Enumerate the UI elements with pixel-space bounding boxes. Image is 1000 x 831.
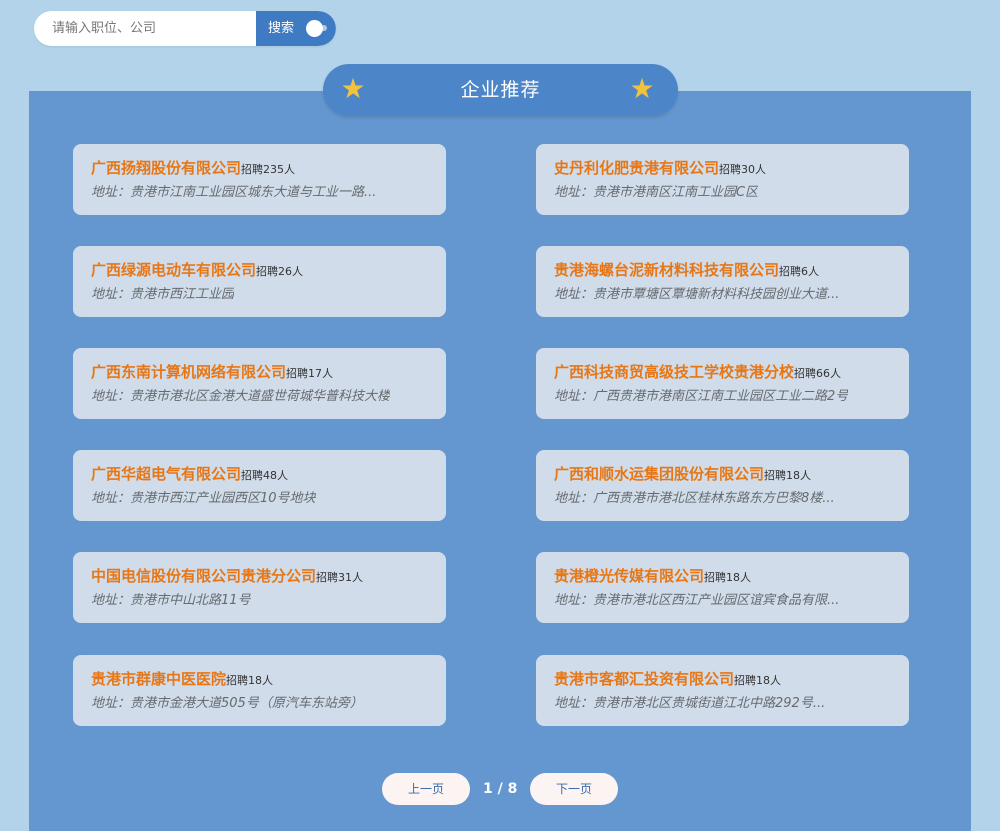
card-title-line: 贵港海螺台泥新材料科技有限公司招聘6人 [554, 260, 819, 282]
company-name[interactable]: 贵港市群康中医医院 [91, 670, 226, 688]
company-card[interactable]: 史丹利化肥贵港有限公司招聘30人 地址：贵港市港南区江南工业园C区 [536, 144, 909, 215]
hire-count: 招聘18人 [734, 674, 782, 687]
hire-count: 招聘18人 [226, 674, 274, 687]
card-title-line: 广西扬翔股份有限公司招聘235人 [91, 158, 295, 180]
company-card[interactable]: 广西扬翔股份有限公司招聘235人 地址：贵港市江南工业园区城东大道与工业一路..… [73, 144, 446, 215]
company-address: 地址：贵港市港北区金港大道盛世荷城华普科技大楼 [91, 389, 391, 404]
hire-count: 招聘30人 [719, 163, 767, 176]
card-title-line: 广西科技商贸高级技工学校贵港分校招聘66人 [554, 362, 841, 384]
company-card[interactable]: 贵港橙光传媒有限公司招聘18人 地址：贵港市港北区西江产业园区谊宾食品有限... [536, 552, 909, 623]
hire-count: 招聘235人 [241, 163, 296, 176]
hire-count: 招聘66人 [794, 367, 842, 380]
company-address: 地址：贵港市西江工业园 [91, 287, 235, 302]
prev-page-button[interactable]: 上一页 [382, 773, 470, 805]
company-address: 地址：贵港市中山北路11号 [91, 593, 251, 608]
company-name[interactable]: 贵港市客都汇投资有限公司 [554, 670, 734, 688]
company-address: 地址：广西贵港市港南区江南工业园区工业二路2号 [554, 389, 849, 404]
section-header: ★ 企业推荐 ★ [323, 64, 678, 116]
company-name[interactable]: 广西和顺水运集团股份有限公司 [554, 465, 764, 483]
card-title-line: 史丹利化肥贵港有限公司招聘30人 [554, 158, 766, 180]
company-address: 地址：贵港市江南工业园区城东大道与工业一路... [91, 185, 377, 200]
card-title-line: 贵港市群康中医医院招聘18人 [91, 669, 273, 691]
hire-count: 招聘17人 [286, 367, 334, 380]
company-card[interactable]: 贵港市群康中医医院招聘18人 地址：贵港市金港大道505号（原汽车东站旁） [73, 655, 446, 726]
company-card[interactable]: 广西东南计算机网络有限公司招聘17人 地址：贵港市港北区金港大道盛世荷城华普科技… [73, 348, 446, 419]
search-input[interactable] [34, 11, 256, 46]
company-address: 地址：贵港市港北区西江产业园区谊宾食品有限... [554, 593, 840, 608]
company-name[interactable]: 广西绿源电动车有限公司 [91, 261, 256, 279]
company-address: 地址：贵港市港北区贵城街道江北中路292号... [554, 696, 826, 711]
pagination: 上一页 1 / 8 下一页 [0, 773, 1000, 805]
page-indicator: 1 / 8 [483, 781, 518, 797]
company-name[interactable]: 广西科技商贸高级技工学校贵港分校 [554, 363, 794, 381]
card-title-line: 广西东南计算机网络有限公司招聘17人 [91, 362, 333, 384]
company-address: 地址：贵港市港南区江南工业园C区 [554, 185, 759, 200]
company-name[interactable]: 贵港海螺台泥新材料科技有限公司 [554, 261, 779, 279]
search-bar: 搜索 [34, 11, 336, 46]
card-title-line: 中国电信股份有限公司贵港分公司招聘31人 [91, 566, 363, 588]
company-card[interactable]: 中国电信股份有限公司贵港分公司招聘31人 地址：贵港市中山北路11号 [73, 552, 446, 623]
company-name[interactable]: 广西华超电气有限公司 [91, 465, 241, 483]
hire-count: 招聘48人 [241, 469, 289, 482]
search-button[interactable]: 搜索 [256, 11, 336, 46]
toggle-knob-icon [306, 20, 327, 37]
company-address: 地址：贵港市金港大道505号（原汽车东站旁） [91, 696, 363, 711]
company-card[interactable]: 贵港市客都汇投资有限公司招聘18人 地址：贵港市港北区贵城街道江北中路292号.… [536, 655, 909, 726]
search-button-label: 搜索 [268, 21, 295, 36]
card-title-line: 广西和顺水运集团股份有限公司招聘18人 [554, 464, 811, 486]
hire-count: 招聘31人 [316, 571, 364, 584]
company-name[interactable]: 贵港橙光传媒有限公司 [554, 567, 704, 585]
card-title-line: 广西华超电气有限公司招聘48人 [91, 464, 288, 486]
company-address: 地址：贵港市覃塘区覃塘新材料科技园创业大道... [554, 287, 840, 302]
next-page-button[interactable]: 下一页 [530, 773, 618, 805]
hire-count: 招聘6人 [779, 265, 820, 278]
company-name[interactable]: 史丹利化肥贵港有限公司 [554, 159, 719, 177]
hire-count: 招聘18人 [704, 571, 752, 584]
card-title-line: 贵港橙光传媒有限公司招聘18人 [554, 566, 751, 588]
company-address: 地址：贵港市西江产业园西区10号地块 [91, 491, 316, 506]
company-card[interactable]: 广西绿源电动车有限公司招聘26人 地址：贵港市西江工业园 [73, 246, 446, 317]
company-card[interactable]: 广西华超电气有限公司招聘48人 地址：贵港市西江产业园西区10号地块 [73, 450, 446, 521]
section-title: 企业推荐 [460, 79, 541, 101]
company-card[interactable]: 广西科技商贸高级技工学校贵港分校招聘66人 地址：广西贵港市港南区江南工业园区工… [536, 348, 909, 419]
company-card[interactable]: 广西和顺水运集团股份有限公司招聘18人 地址：广西贵港市港北区桂林东路东方巴黎8… [536, 450, 909, 521]
company-name[interactable]: 广西扬翔股份有限公司 [91, 159, 241, 177]
star-icon: ★ [629, 72, 655, 105]
company-name[interactable]: 中国电信股份有限公司贵港分公司 [91, 567, 316, 585]
hire-count: 招聘18人 [764, 469, 812, 482]
hire-count: 招聘26人 [256, 265, 304, 278]
company-name[interactable]: 广西东南计算机网络有限公司 [91, 363, 286, 381]
card-title-line: 贵港市客都汇投资有限公司招聘18人 [554, 669, 781, 691]
company-address: 地址：广西贵港市港北区桂林东路东方巴黎8楼... [554, 491, 835, 506]
card-title-line: 广西绿源电动车有限公司招聘26人 [91, 260, 303, 282]
company-card[interactable]: 贵港海螺台泥新材料科技有限公司招聘6人 地址：贵港市覃塘区覃塘新材料科技园创业大… [536, 246, 909, 317]
